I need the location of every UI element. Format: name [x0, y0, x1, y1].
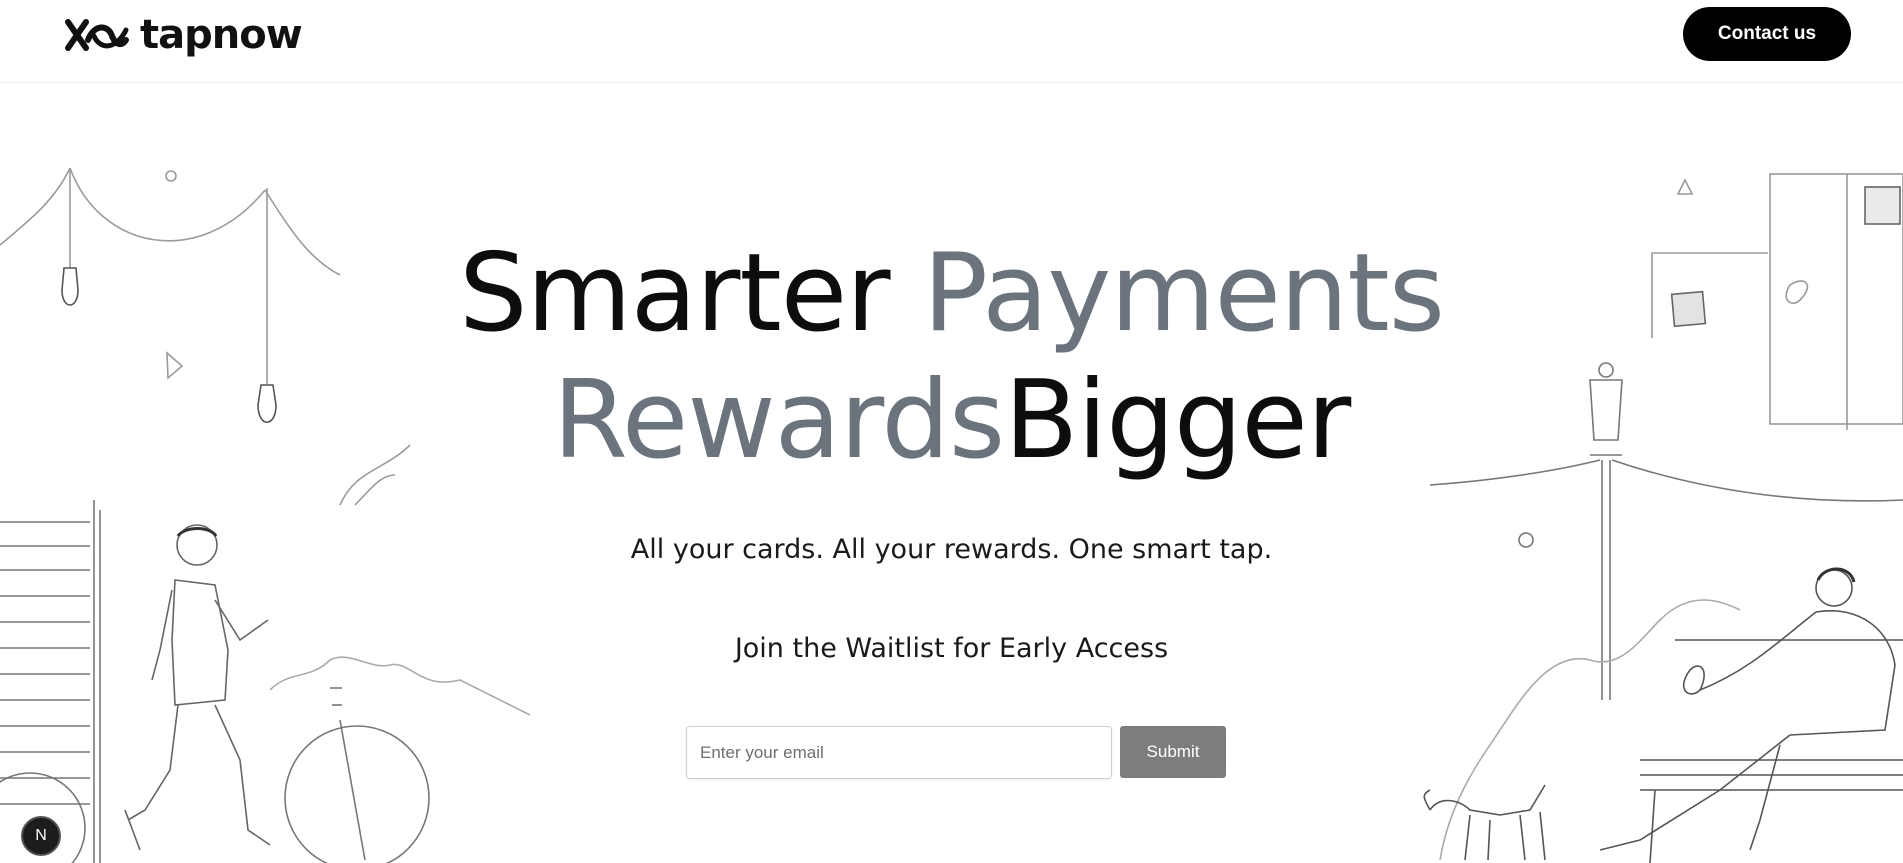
walking-man-illustration [124, 524, 271, 851]
headline-word-smarter: Smarter [459, 231, 891, 356]
headline-line-2: RewardsBigger [0, 367, 1903, 475]
headline-word-rewards: Rewards [552, 358, 1005, 483]
bicycle-illustration [0, 687, 430, 863]
submit-button[interactable]: Submit [1120, 726, 1226, 778]
contact-us-button[interactable]: Contact us [1683, 7, 1851, 61]
dev-tools-badge[interactable]: N [21, 816, 61, 856]
headline-line-1: Smarter Payments [0, 240, 1903, 348]
xo-mark-icon [64, 16, 130, 54]
headline-word-bigger: Bigger [1004, 358, 1351, 483]
email-input[interactable] [686, 726, 1112, 779]
brand-name: tapnow [140, 12, 303, 58]
brand-logo[interactable]: tapnow [64, 12, 303, 58]
left-bush-illustration [269, 656, 531, 716]
headline-word-payments: Payments [922, 231, 1445, 356]
waitlist-heading: Join the Waitlist for Early Access [734, 633, 1169, 664]
site-header: tapnow Contact us [0, 0, 1903, 83]
tagline: All your cards. All your rewards. One sm… [630, 534, 1273, 565]
bench-person-illustration [1599, 567, 1903, 863]
